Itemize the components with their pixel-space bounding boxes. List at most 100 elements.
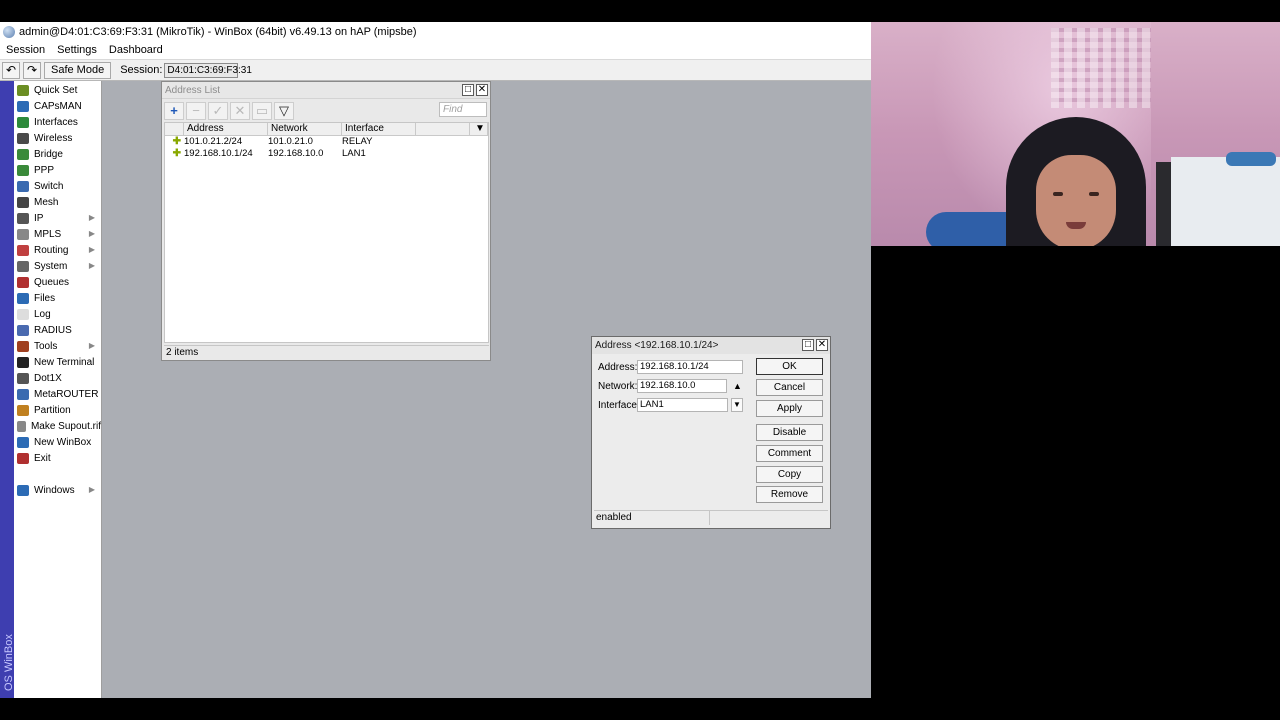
nav-item-ip[interactable]: IP ▶ [14, 210, 101, 226]
row-address: 101.0.21.2/24 [184, 136, 243, 147]
disable-button[interactable]: Disable [756, 424, 823, 441]
nav-item-label: New WinBox [34, 436, 92, 448]
row-network: 101.0.21.0 [268, 136, 313, 147]
address-input[interactable]: 192.168.10.1/24 [637, 360, 743, 374]
add-icon[interactable]: + [164, 101, 184, 120]
nav-item-label: MetaROUTER [34, 388, 99, 400]
nav-item-new-winbox[interactable]: New WinBox [14, 434, 101, 450]
metarouter-icon [17, 388, 29, 400]
menu-dashboard[interactable]: Dashboard [103, 44, 169, 56]
nav-item-radius[interactable]: RADIUS [14, 322, 101, 338]
nav-item-exit[interactable]: Exit [14, 450, 101, 466]
nav-item-label: New Terminal [34, 356, 95, 368]
column-chooser-icon[interactable]: ▼ [470, 123, 488, 135]
menu-settings[interactable]: Settings [51, 44, 103, 56]
table-row[interactable]: ✚ 192.168.10.1/24 192.168.10.0 LAN1 [165, 148, 488, 160]
nav-item-partition[interactable]: Partition [14, 402, 101, 418]
comment-icon[interactable]: ▭ [252, 101, 272, 120]
comment-button[interactable]: Comment [756, 445, 823, 462]
nav-item-switch[interactable]: Switch [14, 178, 101, 194]
copy-button[interactable]: Copy [756, 466, 823, 483]
nav-item-system[interactable]: System ▶ [14, 258, 101, 274]
remove-icon[interactable]: − [186, 101, 206, 120]
menu-bar: Session Settings Dashboard [0, 41, 871, 59]
webcam-wall-photos [1051, 28, 1151, 108]
safe-mode-button[interactable]: Safe Mode [44, 61, 112, 79]
column-interface[interactable]: Interface [342, 123, 416, 135]
nav-item-mesh[interactable]: Mesh [14, 194, 101, 210]
exit-icon [17, 452, 29, 464]
nav-item-tools[interactable]: Tools ▶ [14, 338, 101, 354]
dropdown-arrow-icon[interactable]: ▼ [731, 398, 743, 412]
nav-item-dot1x[interactable]: Dot1X [14, 370, 101, 386]
mpls-icon [17, 228, 29, 240]
nav-item-mpls[interactable]: MPLS ▶ [14, 226, 101, 242]
row-interface: RELAY [342, 136, 373, 147]
network-input[interactable]: 192.168.10.0 [637, 379, 727, 393]
enable-icon[interactable]: ✓ [208, 101, 228, 120]
nav-item-new-terminal[interactable]: New Terminal [14, 354, 101, 370]
workspace: Address List □ ✕ + − ✓ ✕ ▭ ▽ Find Addres… [102, 81, 871, 698]
ok-button[interactable]: OK [756, 358, 823, 375]
address-dialog-titlebar[interactable]: Address <192.168.10.1/24> □ ✕ [592, 337, 830, 354]
radius-icon [17, 324, 29, 336]
column-address[interactable]: Address [184, 123, 268, 135]
maximize-icon[interactable]: □ [802, 339, 814, 351]
ip-icon [17, 212, 29, 224]
cancel-button[interactable]: Cancel [756, 379, 823, 396]
remove-button[interactable]: Remove [756, 486, 823, 503]
undo-button[interactable]: ↶ [2, 61, 20, 79]
filter-icon[interactable]: ▽ [274, 101, 294, 120]
nav-item-label: Make Supout.rif [30, 420, 101, 432]
webcam-person-face [1036, 155, 1116, 246]
nav-item-files[interactable]: Files [14, 290, 101, 306]
nav-item-capsman[interactable]: CAPsMAN [14, 98, 101, 114]
maximize-icon[interactable]: □ [462, 84, 474, 96]
ppp-icon [17, 164, 29, 176]
close-icon[interactable]: ✕ [476, 84, 488, 96]
nav-item-label: MPLS [34, 228, 62, 240]
system-icon [17, 260, 29, 272]
redo-button[interactable]: ↷ [23, 61, 41, 79]
nav-item-quick-set[interactable]: Quick Set [14, 82, 101, 98]
session-field[interactable]: D4:01:C3:69:F3:31 [164, 62, 252, 78]
nav-item-queues[interactable]: Queues [14, 274, 101, 290]
nav-item-ppp[interactable]: PPP [14, 162, 101, 178]
find-input[interactable]: Find [439, 102, 487, 117]
close-icon[interactable]: ✕ [816, 339, 828, 351]
supout-icon [17, 420, 26, 432]
routing-icon [17, 244, 29, 256]
row-network: 192.168.10.0 [268, 148, 324, 159]
submenu-arrow-icon: ▶ [88, 245, 95, 254]
column-network[interactable]: Network [268, 123, 342, 135]
nav-item-make-supout-rif[interactable]: Make Supout.rif [14, 418, 101, 434]
nav-item-label: PPP [34, 164, 55, 176]
nav-item-label: Log [34, 308, 51, 320]
quick-set-icon [17, 84, 29, 96]
menu-session[interactable]: Session [0, 44, 51, 56]
status-enabled: enabled [594, 511, 710, 525]
address-label: Address: [598, 361, 638, 373]
terminal-icon [17, 356, 29, 368]
table-header: Address Network Interface ▼ [165, 123, 488, 136]
interface-select[interactable]: LAN1 [637, 398, 728, 412]
nav-item-log[interactable]: Log [14, 306, 101, 322]
table-row[interactable]: ✚ 101.0.21.2/24 101.0.21.0 RELAY [165, 136, 488, 148]
windows-icon [17, 484, 29, 496]
nav-item-metarouter[interactable]: MetaROUTER [14, 386, 101, 402]
nav-item-interfaces[interactable]: Interfaces [14, 114, 101, 130]
wireless-icon [17, 132, 29, 144]
apply-button[interactable]: Apply [756, 400, 823, 417]
disable-icon[interactable]: ✕ [230, 101, 250, 120]
redo-icon: ↷ [26, 63, 38, 77]
nav-item-label: Partition [34, 404, 71, 416]
row-address: 192.168.10.1/24 [184, 148, 253, 159]
nav-item-label: RADIUS [34, 324, 72, 336]
nav-item-windows[interactable]: Windows ▶ [14, 482, 101, 498]
nav-item-bridge[interactable]: Bridge [14, 146, 101, 162]
address-list-titlebar[interactable]: Address List □ ✕ [162, 82, 490, 99]
collapse-arrow-icon[interactable]: ▲ [733, 381, 742, 391]
address-dialog-title: Address <192.168.10.1/24> [595, 340, 719, 351]
nav-item-routing[interactable]: Routing ▶ [14, 242, 101, 258]
nav-item-wireless[interactable]: Wireless [14, 130, 101, 146]
